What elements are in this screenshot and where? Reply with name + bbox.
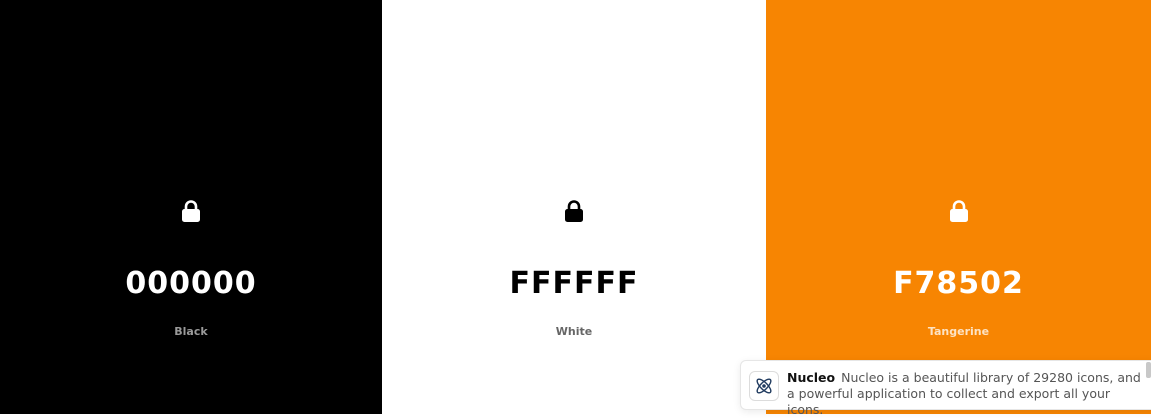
- color-palette: 000000 Black FFFFFF White F78502 Tangeri…: [0, 0, 1151, 414]
- swatch-tangerine[interactable]: F78502 Tangerine: [766, 0, 1151, 414]
- swatch-name: Black: [174, 325, 208, 338]
- lock-icon[interactable]: [180, 199, 202, 223]
- nucleo-ad-toast[interactable]: Nucleo Nucleo is a beautiful library of 2…: [740, 360, 1151, 417]
- swatch-hex[interactable]: FFFFFF: [382, 266, 766, 301]
- swatch-hex[interactable]: F78502: [766, 266, 1151, 301]
- atom-icon: [749, 371, 779, 401]
- toast-message: Nucleo is a beautiful library of 29280 i…: [787, 370, 1141, 417]
- lock-icon[interactable]: [563, 199, 585, 223]
- swatch-hex[interactable]: 000000: [0, 266, 382, 301]
- swatch-name: Tangerine: [927, 325, 990, 338]
- scrollbar[interactable]: [1146, 362, 1151, 378]
- toast-text: Nucleo Nucleo is a beautiful library of 2…: [787, 370, 1147, 418]
- lock-icon[interactable]: [948, 199, 970, 223]
- swatch-white[interactable]: FFFFFF White: [382, 0, 766, 414]
- swatch-black[interactable]: 000000 Black: [0, 0, 382, 414]
- swatch-name: White: [555, 325, 593, 338]
- toast-title: Nucleo: [787, 370, 836, 385]
